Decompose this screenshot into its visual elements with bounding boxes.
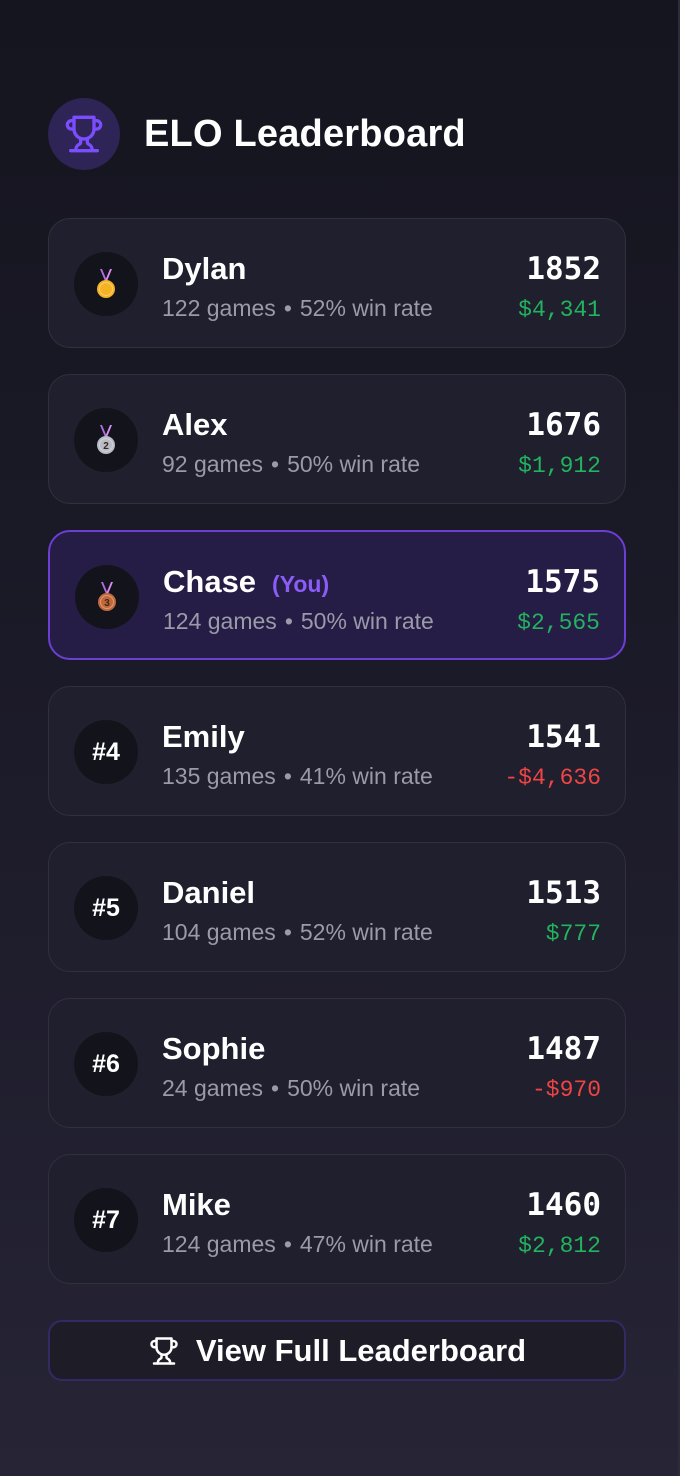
win-rate: 47% win rate: [299, 1231, 433, 1257]
player-stats: 104 games • 52% win rate: [162, 919, 433, 946]
page-title: ELO Leaderboard: [144, 112, 466, 155]
player-name: Sophie: [162, 1031, 266, 1066]
win-rate: 50% win rate: [287, 451, 421, 477]
elo-rating: 1852: [526, 251, 601, 287]
player-stats: 24 games • 50% win rate: [162, 1075, 420, 1102]
leaderboard-row[interactable]: 3 Chase (You) 124 games • 50% win rate 1575 $2…: [48, 530, 626, 660]
player-name-line: Dylan: [162, 251, 246, 287]
trophy-icon: [48, 98, 120, 170]
games-count: 92 games: [162, 451, 264, 477]
player-name: Daniel: [162, 875, 256, 910]
view-full-leaderboard-button[interactable]: View Full Leaderboard: [48, 1320, 626, 1381]
player-stats: 122 games • 52% win rate: [162, 295, 433, 322]
svg-text:3: 3: [104, 598, 110, 609]
stat-separator: •: [284, 608, 293, 634]
player-name: Dylan: [162, 251, 247, 286]
leaderboard-row[interactable]: #6 Sophie 24 games • 50% win rate 1487 -$970: [48, 998, 626, 1128]
elo-rating: 1676: [526, 407, 601, 443]
win-rate: 50% win rate: [287, 1075, 421, 1101]
stat-separator: •: [271, 451, 280, 477]
leaderboard-row[interactable]: #5 Daniel 104 games • 52% win rate 1513 $777: [48, 842, 626, 972]
games-count: 24 games: [162, 1075, 264, 1101]
player-stats: 135 games • 41% win rate: [162, 763, 433, 790]
player-stats: 124 games • 50% win rate: [163, 608, 434, 635]
player-name: Mike: [162, 1187, 231, 1222]
player-stats: 92 games • 50% win rate: [162, 451, 420, 478]
gold-medal-icon: [74, 252, 138, 316]
elo-rating: 1513: [526, 875, 601, 911]
stat-separator: •: [283, 919, 292, 945]
rank-badge: #6: [74, 1032, 138, 1096]
stat-separator: •: [283, 1231, 292, 1257]
win-rate: 41% win rate: [299, 763, 433, 789]
games-count: 124 games: [162, 1231, 276, 1257]
rank-badge: #5: [74, 876, 138, 940]
bronze-medal-icon: 3: [75, 565, 139, 629]
leaderboard-row[interactable]: #7 Mike 124 games • 47% win rate 1460 $2,812: [48, 1154, 626, 1284]
win-rate: 50% win rate: [300, 608, 434, 634]
earnings: -$970: [531, 1077, 601, 1103]
earnings: $2,565: [517, 610, 600, 636]
svg-text:2: 2: [103, 441, 109, 452]
rank-badge: #7: [74, 1188, 138, 1252]
earnings: -$4,636: [504, 765, 601, 791]
elo-rating: 1460: [526, 1187, 601, 1223]
rank-badge: #4: [74, 720, 138, 784]
earnings: $4,341: [518, 297, 601, 323]
silver-medal-icon: 2: [74, 408, 138, 472]
player-name-line: Chase (You): [163, 564, 329, 600]
elo-rating: 1575: [525, 564, 600, 600]
earnings: $777: [545, 921, 601, 947]
player-name: Emily: [162, 719, 245, 754]
games-count: 104 games: [162, 919, 276, 945]
you-tag: (You): [272, 571, 330, 597]
leaderboard-row[interactable]: Dylan 122 games • 52% win rate 1852 $4,341: [48, 218, 626, 348]
leaderboard-row[interactable]: 2 Alex 92 games • 50% win rate 1676 $1,912: [48, 374, 626, 504]
elo-rating: 1541: [526, 719, 601, 755]
player-name: Alex: [162, 407, 228, 442]
player-stats: 124 games • 47% win rate: [162, 1231, 433, 1258]
view-full-leaderboard-label: View Full Leaderboard: [195, 1332, 527, 1368]
games-count: 124 games: [163, 608, 277, 634]
win-rate: 52% win rate: [299, 295, 433, 321]
trophy-icon: [148, 1335, 180, 1367]
stat-separator: •: [283, 763, 292, 789]
player-name-line: Sophie: [162, 1031, 265, 1067]
player-name-line: Alex: [162, 407, 227, 443]
player-name-line: Emily: [162, 719, 245, 755]
player-name-line: Mike: [162, 1187, 231, 1223]
games-count: 135 games: [162, 763, 276, 789]
earnings: $2,812: [518, 1233, 601, 1259]
leaderboard-header: ELO Leaderboard: [48, 98, 466, 170]
stat-separator: •: [283, 295, 292, 321]
player-name: Chase: [163, 564, 257, 599]
win-rate: 52% win rate: [299, 919, 433, 945]
elo-rating: 1487: [526, 1031, 601, 1067]
games-count: 122 games: [162, 295, 276, 321]
player-name-line: Daniel: [162, 875, 255, 911]
stat-separator: •: [271, 1075, 280, 1101]
earnings: $1,912: [518, 453, 601, 479]
leaderboard-row[interactable]: #4 Emily 135 games • 41% win rate 1541 -$4,636: [48, 686, 626, 816]
